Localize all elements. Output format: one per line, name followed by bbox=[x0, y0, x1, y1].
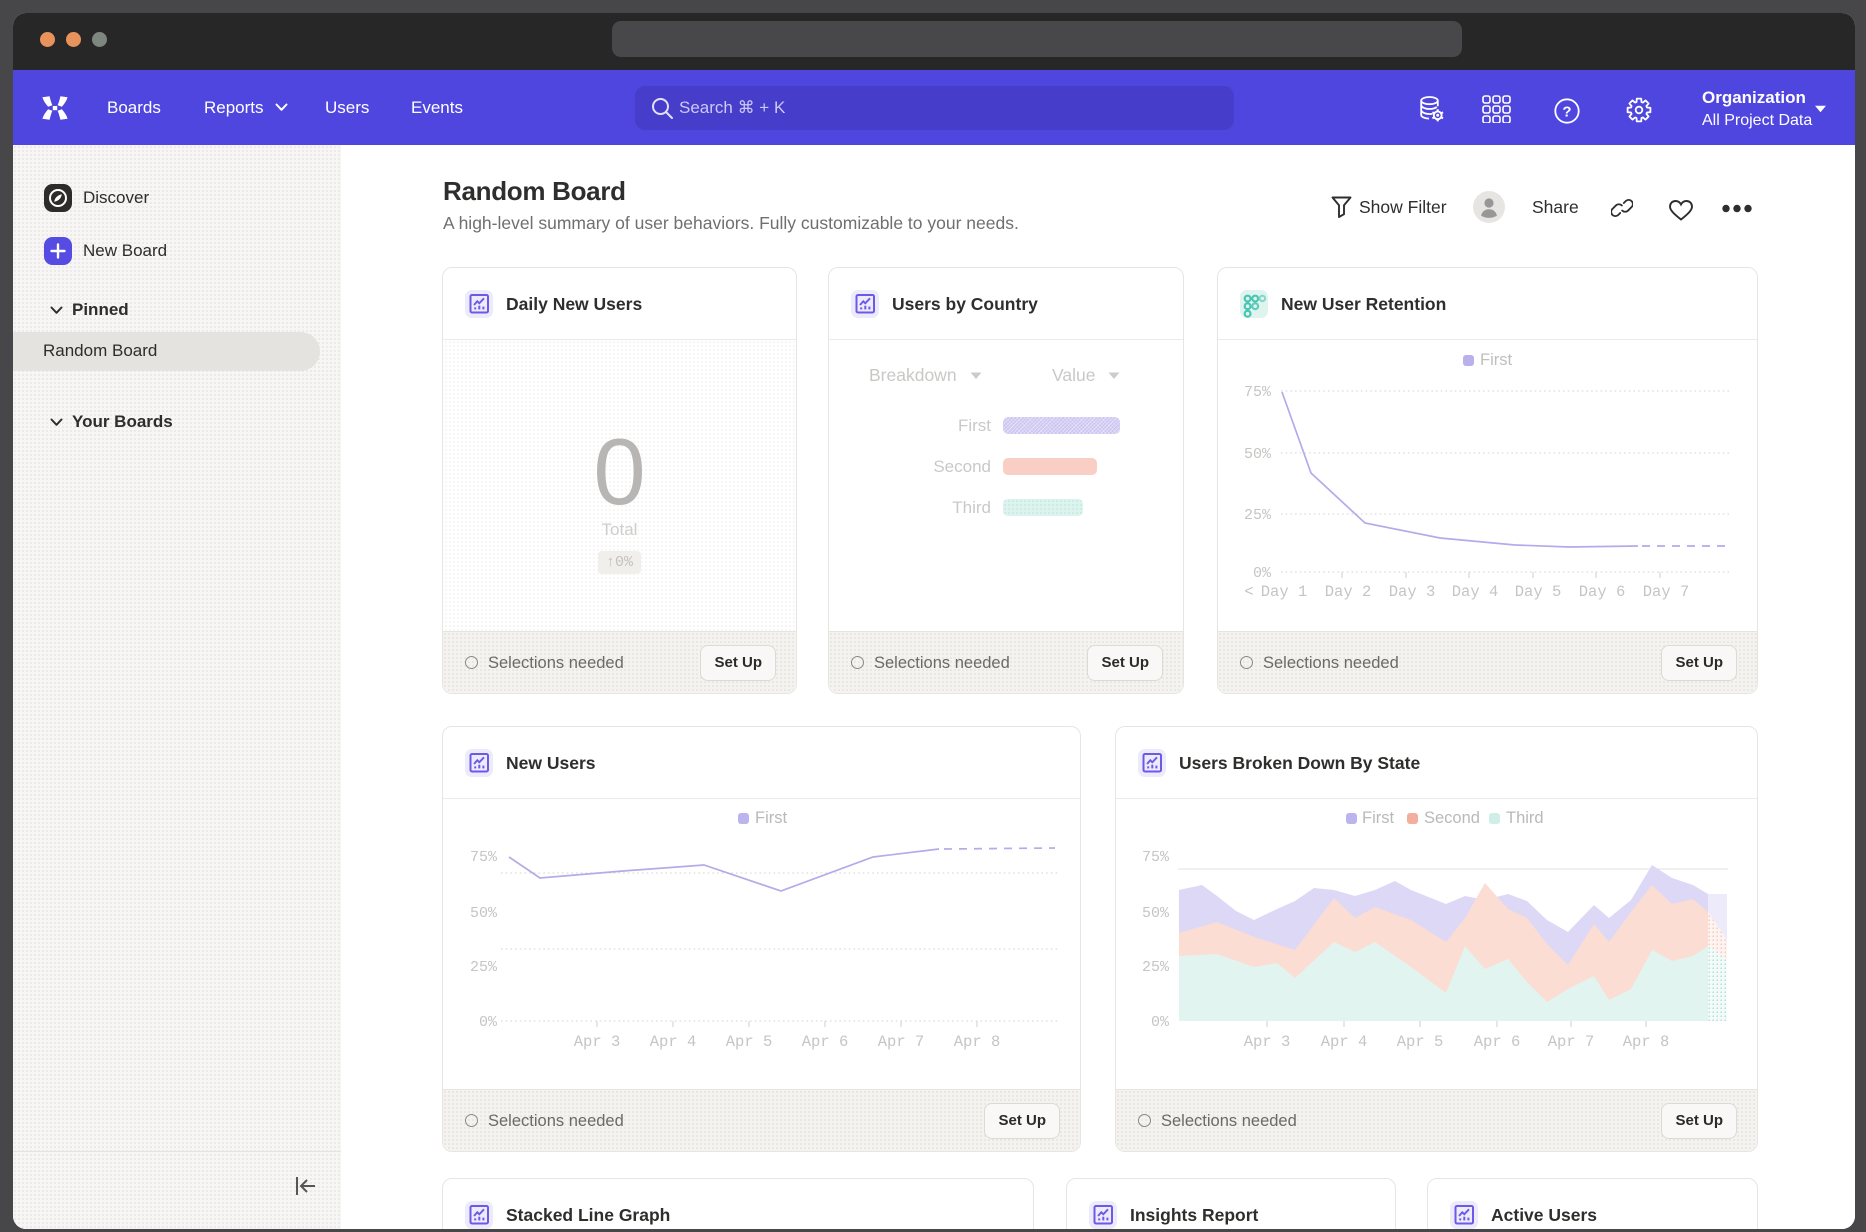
svg-text:Apr 5: Apr 5 bbox=[1397, 1033, 1444, 1051]
svg-text:Day 4: Day 4 bbox=[1452, 583, 1499, 601]
svg-text:Apr 3: Apr 3 bbox=[574, 1033, 621, 1051]
svg-text:Apr 5: Apr 5 bbox=[726, 1033, 773, 1051]
svg-text:0%: 0% bbox=[479, 1014, 498, 1031]
svg-text:Third: Third bbox=[1506, 809, 1544, 827]
svg-text:Day 7: Day 7 bbox=[1643, 583, 1690, 601]
svg-text:75%: 75% bbox=[1142, 849, 1170, 866]
svg-text:Day 2: Day 2 bbox=[1325, 583, 1372, 601]
svg-text:First: First bbox=[1362, 809, 1394, 827]
svg-text:50%: 50% bbox=[470, 905, 498, 922]
svg-text:75%: 75% bbox=[1244, 384, 1272, 401]
svg-text:75%: 75% bbox=[470, 849, 498, 866]
svg-text:<: < bbox=[1244, 583, 1253, 601]
svg-text:Day 1: Day 1 bbox=[1261, 583, 1308, 601]
svg-text:?: ? bbox=[1562, 104, 1571, 121]
svg-text:Apr 6: Apr 6 bbox=[1474, 1033, 1521, 1051]
svg-text:0%: 0% bbox=[1253, 565, 1272, 582]
svg-text:Apr 8: Apr 8 bbox=[1623, 1033, 1670, 1051]
svg-text:Apr 7: Apr 7 bbox=[878, 1033, 925, 1051]
svg-text:Day 6: Day 6 bbox=[1579, 583, 1626, 601]
svg-text:50%: 50% bbox=[1244, 446, 1272, 463]
svg-text:25%: 25% bbox=[1244, 507, 1272, 524]
svg-text:Apr 4: Apr 4 bbox=[1321, 1033, 1368, 1051]
svg-text:Apr 3: Apr 3 bbox=[1244, 1033, 1291, 1051]
svg-text:Apr 6: Apr 6 bbox=[802, 1033, 849, 1051]
svg-text:Apr 8: Apr 8 bbox=[954, 1033, 1001, 1051]
svg-text:Apr 4: Apr 4 bbox=[650, 1033, 697, 1051]
svg-text:First: First bbox=[755, 809, 787, 827]
svg-text:0%: 0% bbox=[1151, 1014, 1170, 1031]
svg-text:50%: 50% bbox=[1142, 905, 1170, 922]
svg-text:Day 5: Day 5 bbox=[1515, 583, 1562, 601]
svg-text:25%: 25% bbox=[470, 959, 498, 976]
svg-text:Apr 7: Apr 7 bbox=[1548, 1033, 1595, 1051]
svg-text:Day 3: Day 3 bbox=[1389, 583, 1436, 601]
svg-text:Second: Second bbox=[1424, 809, 1480, 827]
svg-text:First: First bbox=[1480, 351, 1512, 369]
svg-text:25%: 25% bbox=[1142, 959, 1170, 976]
